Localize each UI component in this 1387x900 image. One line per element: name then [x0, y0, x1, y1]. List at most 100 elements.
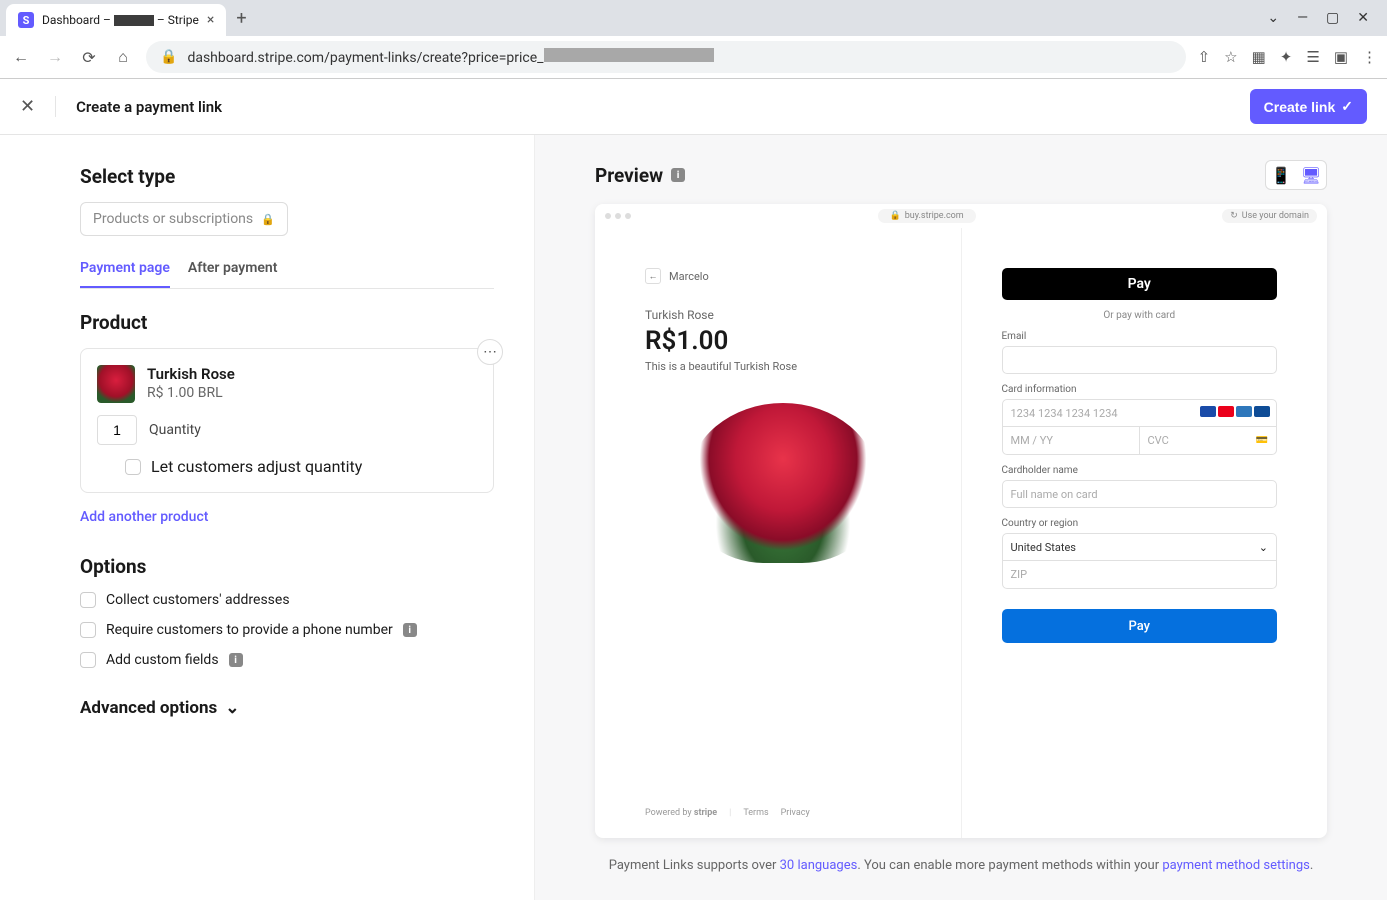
menu-icon[interactable]: ⋮: [1362, 48, 1377, 66]
card-cvc-icon: 💳: [1256, 435, 1268, 446]
preview-back-link[interactable]: ← Marcelo: [645, 268, 921, 284]
use-your-domain-button[interactable]: ↻ Use your domain: [1222, 209, 1317, 223]
terms-link[interactable]: Terms: [743, 808, 768, 818]
app-header: ✕ Create a payment link Create link ✓: [0, 79, 1387, 135]
back-arrow-icon: ←: [645, 268, 661, 284]
puzzle-icon[interactable]: ✦: [1280, 48, 1293, 66]
cvc-input[interactable]: CVC 💳: [1140, 427, 1277, 455]
visa-icon: [1200, 406, 1216, 417]
back-icon[interactable]: ←: [10, 46, 32, 68]
mastercard-icon: [1218, 406, 1234, 417]
adjust-quantity-checkbox[interactable]: [125, 459, 141, 475]
cardholder-input[interactable]: Full name on card: [1002, 480, 1278, 508]
address-bar[interactable]: 🔒 dashboard.stripe.com/payment-links/cre…: [146, 41, 1186, 73]
add-product-link[interactable]: Add another product: [80, 509, 494, 525]
amex-icon: [1236, 406, 1252, 417]
zip-input[interactable]: ZIP: [1002, 561, 1278, 589]
quantity-input[interactable]: [97, 415, 137, 445]
country-select[interactable]: United States ⌄: [1002, 533, 1278, 561]
advanced-options-toggle[interactable]: Advanced options ⌄: [80, 698, 494, 718]
chevron-down-icon: ⌄: [1259, 541, 1268, 554]
country-label: Country or region: [1002, 518, 1278, 529]
type-selector[interactable]: Products or subscriptions 🔒: [80, 202, 288, 236]
star-icon[interactable]: ☆: [1224, 48, 1237, 66]
product-heading: Product: [80, 311, 494, 334]
home-icon[interactable]: ⌂: [112, 46, 134, 68]
privacy-link[interactable]: Privacy: [781, 808, 810, 818]
card-number-input[interactable]: 1234 1234 1234 1234: [1002, 399, 1278, 427]
refresh-icon: ↻: [1230, 211, 1238, 221]
product-menu-button[interactable]: ⋯: [477, 339, 503, 365]
preview-url: 🔒 buy.stripe.com: [878, 209, 976, 223]
mobile-view-button[interactable]: 📱: [1266, 161, 1296, 189]
view-toggle: 📱 🖥: [1265, 160, 1327, 190]
pay-button[interactable]: Pay: [1002, 609, 1278, 643]
languages-link[interactable]: 30 languages: [780, 858, 858, 873]
close-icon[interactable]: ✕: [20, 96, 56, 117]
desktop-view-button[interactable]: 🖥: [1296, 161, 1326, 189]
jcb-icon: [1254, 406, 1270, 417]
tab-after-payment[interactable]: After payment: [188, 260, 278, 288]
lock-icon: 🔒: [160, 49, 177, 65]
select-type-heading: Select type: [80, 165, 494, 188]
options-heading: Options: [80, 555, 494, 578]
product-thumbnail: [97, 365, 135, 403]
powered-by-label: Powered by stripe: [645, 808, 717, 818]
info-icon[interactable]: i: [403, 623, 417, 637]
close-tab-icon[interactable]: ×: [207, 12, 214, 28]
preview-panel: Preview i 📱 🖥 🔒 buy.stripe.com ↻ Use you…: [535, 135, 1387, 900]
lock-icon: 🔒: [261, 213, 275, 226]
expiry-input[interactable]: MM / YY: [1002, 427, 1140, 455]
apple-pay-button[interactable]: Pay: [1002, 268, 1278, 300]
card-info-label: Card information: [1002, 384, 1278, 395]
collect-addresses-label: Collect customers' addresses: [106, 592, 290, 608]
minimize-icon[interactable]: —: [1297, 10, 1308, 26]
info-icon[interactable]: i: [671, 168, 685, 182]
card-brand-icons: [1200, 406, 1270, 417]
check-icon: ✓: [1341, 98, 1353, 115]
preview-product-name: Turkish Rose: [645, 308, 921, 322]
new-tab-button[interactable]: +: [226, 8, 256, 29]
forward-icon: →: [44, 46, 66, 68]
browser-chrome: S Dashboard – – Stripe × + ⌄ — ▢ ✕ ← → ⟳…: [0, 0, 1387, 79]
adjust-quantity-label: Let customers adjust quantity: [151, 457, 362, 476]
chevron-down-icon[interactable]: ⌄: [1267, 10, 1279, 26]
lock-icon: 🔒: [890, 211, 901, 221]
stripe-favicon: S: [18, 12, 34, 28]
reading-list-icon[interactable]: ☰: [1306, 48, 1319, 66]
page-title: Create a payment link: [76, 98, 222, 116]
browser-tab[interactable]: S Dashboard – – Stripe ×: [6, 4, 226, 36]
collect-addresses-checkbox[interactable]: [80, 592, 96, 608]
product-name: Turkish Rose: [147, 365, 235, 383]
side-panel-icon[interactable]: ▣: [1334, 48, 1348, 66]
email-label: Email: [1002, 331, 1278, 342]
url-text: dashboard.stripe.com/payment-links/creat…: [187, 48, 713, 66]
maximize-icon[interactable]: ▢: [1326, 10, 1339, 26]
email-input[interactable]: [1002, 346, 1278, 374]
or-pay-with-card-label: Or pay with card: [1002, 310, 1278, 321]
share-icon[interactable]: ⇧: [1198, 48, 1211, 66]
info-icon[interactable]: i: [229, 653, 243, 667]
preview-product-image: [688, 403, 878, 563]
require-phone-checkbox[interactable]: [80, 622, 96, 638]
close-window-icon[interactable]: ✕: [1357, 10, 1369, 26]
product-card: ⋯ Turkish Rose R$ 1.00 BRL Quantity Let …: [80, 348, 494, 493]
quantity-label: Quantity: [149, 422, 201, 438]
payment-settings-link[interactable]: payment method settings: [1162, 858, 1310, 873]
preview-heading: Preview: [595, 164, 663, 187]
tab-payment-page[interactable]: Payment page: [80, 260, 170, 288]
reload-icon[interactable]: ⟳: [78, 46, 100, 68]
custom-fields-label: Add custom fields: [106, 652, 219, 668]
cardholder-label: Cardholder name: [1002, 465, 1278, 476]
footer-text: Payment Links supports over 30 languages…: [595, 856, 1327, 876]
extension-icon[interactable]: ▦: [1252, 48, 1266, 66]
tab-title: Dashboard – – Stripe: [42, 13, 199, 27]
require-phone-label: Require customers to provide a phone num…: [106, 622, 393, 638]
preview-description: This is a beautiful Turkish Rose: [645, 360, 921, 373]
product-price: R$ 1.00 BRL: [147, 385, 235, 401]
preview-window: 🔒 buy.stripe.com ↻ Use your domain ← Mar…: [595, 204, 1327, 838]
preview-price: R$1.00: [645, 326, 921, 356]
create-link-button[interactable]: Create link ✓: [1250, 89, 1367, 124]
custom-fields-checkbox[interactable]: [80, 652, 96, 668]
config-panel: Select type Products or subscriptions 🔒 …: [0, 135, 535, 900]
